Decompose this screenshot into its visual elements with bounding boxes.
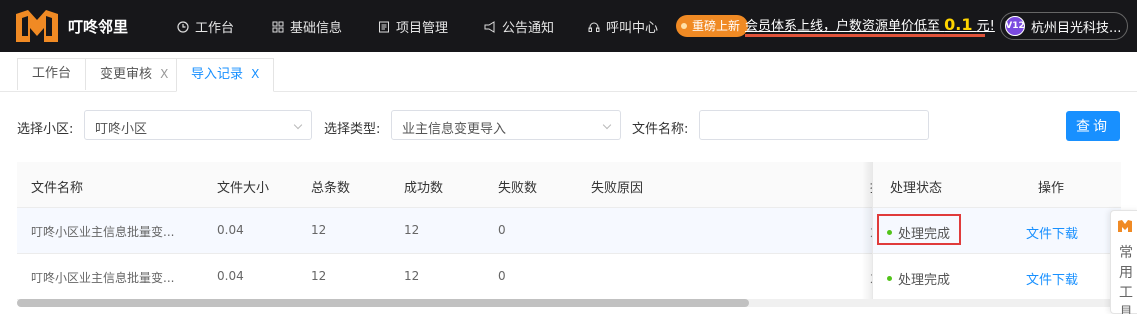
fixed-column-shadow [862,162,872,300]
nav-item-basic-info[interactable]: 基础信息 [272,17,342,36]
tab-workbench[interactable]: 工作台 [17,58,87,90]
tab-label: 工作台 [32,66,72,81]
download-file-link[interactable]: 文件下载 [1026,223,1078,242]
status-text: 处理完成 [898,273,951,288]
vip-level-badge: V12 [1005,16,1025,36]
user-company-name: 杭州目光科技... [1031,20,1122,36]
column-header: 失败原因 [591,181,644,196]
promo-text-after: 元! [976,19,995,34]
type-select[interactable]: 业主信息变更导入 [391,110,621,140]
file-size-cell: 0.04 [217,269,244,283]
column-header: 处理状态 [890,181,943,196]
type-select-value: 业主信息变更导入 [402,122,507,137]
tab-change-review[interactable]: 变更审核 X [85,58,184,90]
nav-item-label: 公告通知 [502,21,555,36]
failed-count-cell: 0 [498,269,506,283]
community-filter-label: 选择小区: [17,122,74,137]
failed-count-cell: 0 [498,223,506,237]
promo-underline [745,34,985,37]
column-header: 失败数 [498,181,538,196]
total-count-cell: 12 [311,269,327,283]
app-logo-icon [1118,220,1132,232]
chevron-down-icon [293,120,303,130]
promo-text-before: 会员体系上线，户数资源单价低至 [745,19,941,34]
app-logo-icon[interactable] [14,8,60,44]
success-count-cell: 12 [404,223,420,237]
chevron-down-icon [602,120,612,130]
status-dot-icon [887,276,892,281]
fixed-header: 处理状态 操作 [873,162,1121,208]
headset-icon [588,22,600,32]
file-size-cell: 0.04 [217,223,244,237]
tab-label: 导入记录 [191,67,244,82]
column-header: 文件大小 [217,181,270,196]
grid-icon [272,21,284,32]
tab-label: 变更审核 [100,67,153,82]
query-button[interactable]: 查询 [1066,111,1120,141]
nav-item-call-center[interactable]: 呼叫中心 [588,17,658,36]
file-name-cell: 叮咚小区业主信息批量变... [31,271,175,285]
column-header: 操作 [1038,181,1065,196]
status-cell: 处理完成 [887,269,950,288]
type-filter-label: 选择类型: [324,122,381,137]
success-count-cell: 12 [404,269,420,283]
promo-badge[interactable]: 重磅上新 [676,15,749,37]
tab-bar: 工作台 变更审核 X 导入记录 X [0,52,1137,92]
nav-item-label: 呼叫中心 [606,21,659,36]
common-tools-widget[interactable]: 常用工具 [1110,210,1137,314]
nav-item-label: 基础信息 [290,21,343,36]
tab-import-records[interactable]: 导入记录 X [176,58,275,92]
clock-icon [177,20,189,33]
document-icon [379,21,389,32]
highlight-annotation [877,214,961,245]
filename-filter-label: 文件名称: [632,122,689,137]
promo-link[interactable]: 会员体系上线，户数资源单价低至 0.1 元! [745,15,995,34]
user-menu[interactable]: V12 杭州目光科技... [1000,12,1128,40]
top-navbar: 叮咚邻里 工作台 基础信息 项目管理 公告通知 呼叫中心 重磅上新 会员体系上线… [0,0,1137,52]
nav-item-project[interactable]: 项目管理 [378,17,448,36]
nav-item-workbench[interactable]: 工作台 [177,17,234,36]
fixed-row: 处理完成 文件下载 [873,254,1121,300]
nav-item-label: 项目管理 [396,21,449,36]
column-header: 总条数 [311,181,351,196]
nav-item-label: 工作台 [195,21,235,36]
brand-name: 叮咚邻里 [68,18,129,36]
common-tools-label: 常用工具 [1119,245,1133,314]
column-header: 成功数 [404,181,444,196]
close-icon[interactable]: X [160,67,168,81]
megaphone-icon [484,20,495,33]
download-file-link[interactable]: 文件下载 [1026,269,1078,288]
filename-input[interactable] [699,110,929,140]
community-select-value: 叮咚小区 [95,122,148,137]
close-icon[interactable]: X [251,67,259,81]
column-header: 文件名称 [31,181,84,196]
promo-price: 0.1 [944,15,973,34]
file-name-cell: 叮咚小区业主信息批量变... [31,225,175,239]
total-count-cell: 12 [311,223,327,237]
scrollbar-thumb[interactable] [17,299,749,307]
horizontal-scrollbar[interactable] [17,299,1120,307]
nav-item-announcement[interactable]: 公告通知 [484,17,554,36]
community-select[interactable]: 叮咚小区 [84,110,312,140]
